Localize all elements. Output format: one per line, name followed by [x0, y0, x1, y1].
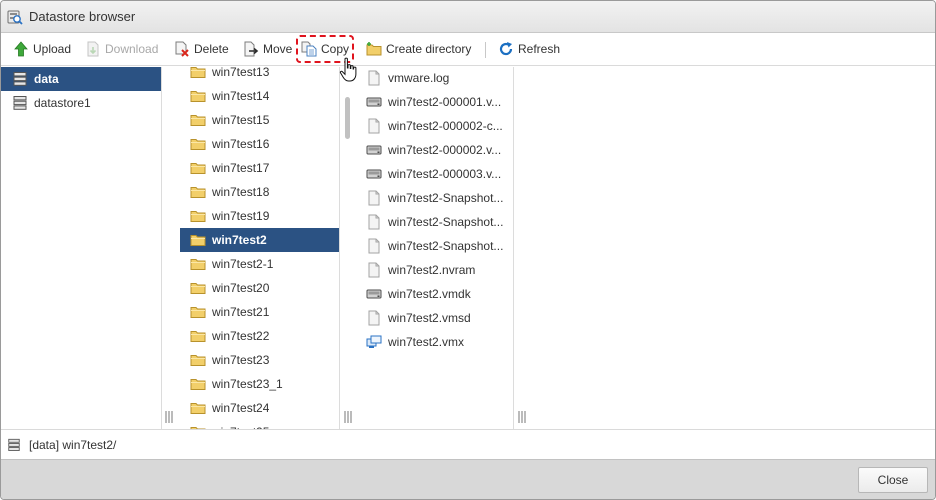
- folder-icon: [190, 187, 206, 198]
- new-folder-icon: [366, 42, 382, 56]
- folder-icon: [190, 139, 206, 150]
- folder-icon: [190, 259, 206, 270]
- download-button[interactable]: Download: [82, 37, 161, 61]
- folder-item[interactable]: win7test22: [180, 324, 339, 348]
- column-resize-grip[interactable]: [165, 411, 173, 423]
- file-icon: [368, 262, 380, 278]
- folder-icon: [190, 211, 206, 222]
- folder-item[interactable]: win7test23_1: [180, 372, 339, 396]
- file-item[interactable]: win7test2-000002-c...: [356, 114, 513, 138]
- arrow-up-icon: [14, 41, 28, 57]
- move-icon: [244, 41, 259, 57]
- datastore-icon: [13, 72, 27, 86]
- delete-icon: [175, 41, 189, 57]
- upload-button[interactable]: Upload: [10, 37, 74, 61]
- folder-item[interactable]: win7test16: [180, 132, 339, 156]
- download-icon: [87, 41, 99, 57]
- datastore-browser-window: Datastore browser Upload Download Delete: [0, 0, 936, 500]
- folder-item[interactable]: win7test14: [180, 84, 339, 108]
- file-item[interactable]: win7test2.vmsd: [356, 306, 513, 330]
- folder-item[interactable]: win7test20: [180, 276, 339, 300]
- toolbar-separator: [485, 42, 486, 58]
- refresh-button[interactable]: Refresh: [495, 37, 563, 61]
- datastore-list: data datastore1: [1, 67, 162, 429]
- folder-icon: [190, 355, 206, 366]
- column-resize-grip[interactable]: [518, 411, 526, 423]
- title-bar: Datastore browser: [1, 1, 935, 33]
- file-list: vmware.log win7test2-000001.v... win7test2…: [356, 67, 514, 429]
- dialog-footer: Close: [1, 459, 935, 499]
- folder-icon: [190, 235, 206, 246]
- refresh-icon: [499, 42, 513, 56]
- file-item[interactable]: win7test2-000003.v...: [356, 162, 513, 186]
- file-icon: [368, 118, 380, 134]
- folder-list: win7test13 win7test14 win7test15 win7test16…: [180, 67, 340, 429]
- file-icon: [368, 190, 380, 206]
- copy-icon: [301, 41, 317, 57]
- folder-item[interactable]: win7test17: [180, 156, 339, 180]
- file-item[interactable]: win7test2.vmx: [356, 330, 513, 354]
- file-icon: [368, 214, 380, 230]
- datastore-icon: [13, 96, 27, 110]
- folder-icon: [190, 307, 206, 318]
- folder-item[interactable]: win7test24: [180, 396, 339, 420]
- folder-item[interactable]: win7test19: [180, 204, 339, 228]
- file-item[interactable]: win7test2.vmdk: [356, 282, 513, 306]
- detail-pane: [530, 67, 935, 429]
- folder-item[interactable]: win7test25: [180, 420, 339, 429]
- disk-icon: [366, 289, 382, 299]
- file-item[interactable]: win7test2-Snapshot...: [356, 186, 513, 210]
- file-item[interactable]: win7test2-000002.v...: [356, 138, 513, 162]
- disk-icon: [366, 145, 382, 155]
- folder-icon: [190, 115, 206, 126]
- column-resize-grip[interactable]: [344, 411, 352, 423]
- file-item[interactable]: win7test2-Snapshot...: [356, 210, 513, 234]
- folder-icon: [190, 67, 206, 78]
- move-button[interactable]: Move: [240, 37, 295, 61]
- file-icon: [368, 70, 380, 86]
- folder-item[interactable]: win7test23: [180, 348, 339, 372]
- file-item[interactable]: win7test2.nvram: [356, 258, 513, 282]
- file-item[interactable]: vmware.log: [356, 67, 513, 90]
- folder-icon: [190, 331, 206, 342]
- current-path: [data] win7test2/: [29, 437, 117, 452]
- folder-icon: [190, 379, 206, 390]
- file-item[interactable]: win7test2-Snapshot...: [356, 234, 513, 258]
- disk-icon: [366, 169, 382, 179]
- create-directory-button[interactable]: Create directory: [363, 37, 474, 61]
- folder-icon: [190, 91, 206, 102]
- folder-item[interactable]: win7test18: [180, 180, 339, 204]
- vm-config-icon: [366, 335, 382, 348]
- folder-item[interactable]: win7test13: [180, 67, 339, 84]
- status-bar: [data] win7test2/: [1, 429, 935, 459]
- folder-item[interactable]: win7test2-1: [180, 252, 339, 276]
- folder-item[interactable]: win7test15: [180, 108, 339, 132]
- file-item[interactable]: win7test2-000001.v...: [356, 90, 513, 114]
- folder-item[interactable]: win7test21: [180, 300, 339, 324]
- datastore-item-datastore1[interactable]: datastore1: [1, 91, 161, 115]
- delete-button[interactable]: Delete: [171, 37, 232, 61]
- datastore-browser-icon: [7, 10, 23, 25]
- datastore-icon: [8, 438, 20, 451]
- datastore-item-data[interactable]: data: [1, 67, 161, 91]
- folder-icon: [190, 283, 206, 294]
- folder-icon: [190, 403, 206, 414]
- toolbar: Upload Download Delete Move Copy Create …: [1, 33, 935, 66]
- close-button[interactable]: Close: [858, 467, 928, 493]
- folder-icon: [190, 163, 206, 174]
- folder-item[interactable]: win7test2: [180, 228, 339, 252]
- window-title: Datastore browser: [29, 9, 136, 24]
- file-icon: [368, 238, 380, 254]
- folder-list-scrollbar[interactable]: [345, 97, 350, 139]
- file-icon: [368, 310, 380, 326]
- copy-button[interactable]: Copy: [296, 35, 355, 63]
- disk-icon: [366, 97, 382, 107]
